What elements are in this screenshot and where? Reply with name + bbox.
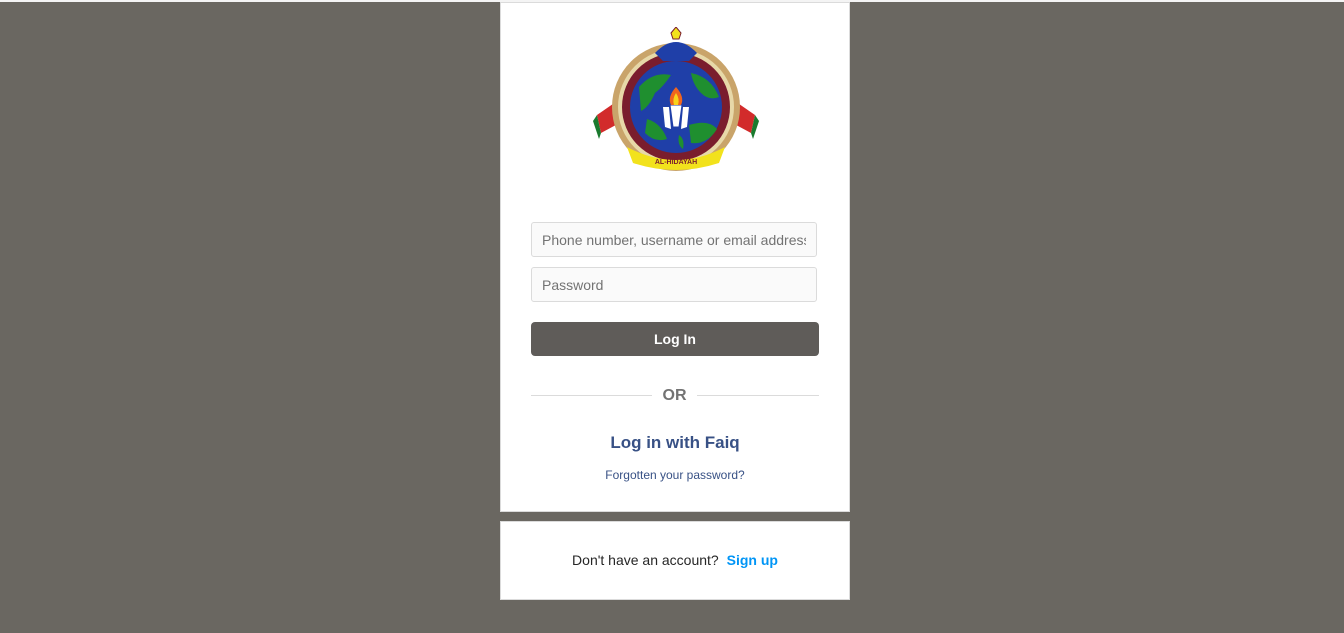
signup-row: Don't have an account? Sign up xyxy=(501,551,849,569)
signup-prompt: Don't have an account? xyxy=(572,552,719,568)
password-input[interactable] xyxy=(531,267,817,302)
or-divider: OR xyxy=(531,386,819,406)
divider-line-right xyxy=(697,395,819,396)
login-with-faiq-link[interactable]: Log in with Faiq xyxy=(501,432,849,454)
username-input[interactable] xyxy=(531,222,817,257)
logo-ribbon-text: AL-HIDAYAH xyxy=(655,159,697,166)
signup-link[interactable]: Sign up xyxy=(727,552,778,568)
login-button[interactable]: Log In xyxy=(531,322,819,356)
login-card: AL-HIDAYAH Log In OR Log in with Faiq Fo… xyxy=(500,2,850,512)
al-hidayah-logo: AL-HIDAYAH xyxy=(593,27,759,171)
divider-line-left xyxy=(531,395,652,396)
signup-card: Don't have an account? Sign up xyxy=(500,521,850,600)
or-label: OR xyxy=(662,387,687,404)
forgot-password-link[interactable]: Forgotten your password? xyxy=(501,467,849,483)
